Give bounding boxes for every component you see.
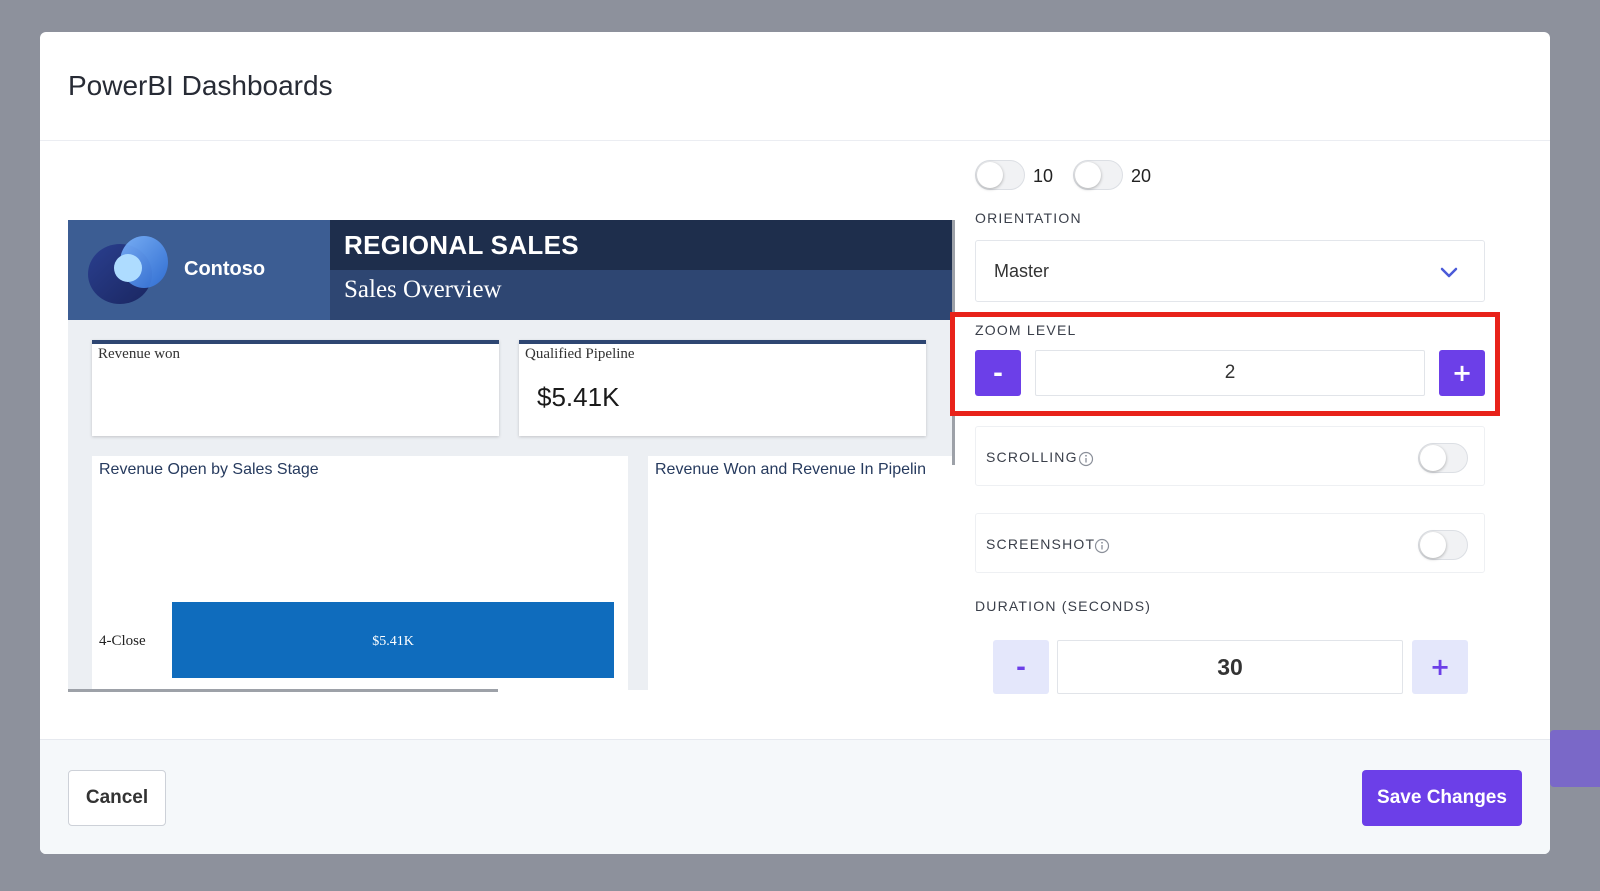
toggle-knob	[1420, 445, 1446, 471]
duration-decrease-button[interactable]: -	[993, 640, 1049, 694]
save-changes-button[interactable]: Save Changes	[1362, 770, 1522, 826]
zoom-level-label: ZOOM LEVEL	[975, 322, 1077, 338]
duration-increase-button[interactable]: +	[1412, 640, 1468, 694]
modal-title: PowerBI Dashboards	[68, 70, 333, 101]
settings-panel: 10 20 ORIENTATION Master ZOOM LEVEL - + …	[950, 142, 1505, 739]
kpi-label: Qualified Pipeline	[525, 346, 635, 362]
orientation-select[interactable]: Master	[975, 240, 1485, 302]
report-subtitle: Sales Overview	[344, 276, 502, 303]
screenshot-toggle[interactable]	[1418, 530, 1468, 560]
panel-revenue-open[interactable]: Revenue Open by Sales Stage 4-Close $5.41…	[92, 456, 628, 690]
zoom-increase-button[interactable]: +	[1439, 350, 1485, 396]
duration-input[interactable]	[1057, 640, 1403, 694]
contoso-logo-icon	[88, 236, 168, 304]
report-header: Contoso REGIONAL SALES Sales Overview	[68, 220, 953, 320]
kpi-card-revenue-won[interactable]: Revenue won	[92, 340, 499, 436]
modal-body: Contoso REGIONAL SALES Sales Overview Re…	[40, 142, 1550, 739]
info-icon[interactable]	[1078, 451, 1094, 467]
modal-footer: Cancel Save Changes	[40, 739, 1550, 854]
toggle-20-label: 20	[1131, 166, 1152, 186]
brand-box: Contoso	[68, 220, 330, 320]
kpi-value: $5.41K	[537, 382, 620, 412]
screenshot-label: SCREENSHOT	[986, 536, 1096, 552]
toggle-10[interactable]	[975, 160, 1025, 190]
report-title: REGIONAL SALES	[344, 230, 579, 260]
bar-value-label: $5.41K	[372, 634, 414, 649]
brand-name: Contoso	[184, 258, 266, 280]
toggle-knob	[1420, 532, 1446, 558]
panel-title: Revenue Won and Revenue In Pipelin	[655, 461, 926, 478]
kpi-card-qualified-pipeline[interactable]: Qualified Pipeline $5.41K	[519, 340, 926, 436]
powerbi-modal: PowerBI Dashboards Contoso REGIONAL SALE…	[40, 32, 1550, 854]
info-icon[interactable]	[1094, 538, 1110, 554]
scrolling-label: SCROLLING	[986, 449, 1078, 465]
zoom-level-input[interactable]	[1035, 350, 1425, 396]
zoom-decrease-button[interactable]: -	[975, 350, 1021, 396]
toggle-knob	[1075, 162, 1101, 188]
orientation-value: Master	[994, 261, 1050, 281]
kpi-label: Revenue won	[98, 346, 181, 362]
toggle-knob	[977, 162, 1003, 188]
chevron-down-icon	[1440, 267, 1458, 278]
background-button	[1550, 730, 1600, 787]
modal-header: PowerBI Dashboards	[40, 32, 1550, 141]
cancel-button[interactable]: Cancel	[68, 770, 166, 826]
report-preview[interactable]: Contoso REGIONAL SALES Sales Overview Re…	[68, 220, 953, 690]
panel-revenue-won-pipeline[interactable]: Revenue Won and Revenue In Pipelin	[648, 456, 953, 690]
orientation-label: ORIENTATION	[975, 210, 1082, 226]
screenshot-row: SCREENSHOT	[975, 513, 1485, 573]
scrolling-toggle[interactable]	[1418, 443, 1468, 473]
toggle-10-label: 10	[1033, 166, 1054, 186]
toggle-20[interactable]	[1073, 160, 1123, 190]
report-horizontal-scrollbar[interactable]	[68, 689, 498, 692]
revenue-open-bar-chart: 4-Close $5.41K	[99, 602, 614, 678]
scrolling-row: SCROLLING	[975, 426, 1485, 486]
category-label: 4-Close	[99, 633, 146, 649]
duration-label: DURATION (SECONDS)	[975, 598, 1152, 614]
